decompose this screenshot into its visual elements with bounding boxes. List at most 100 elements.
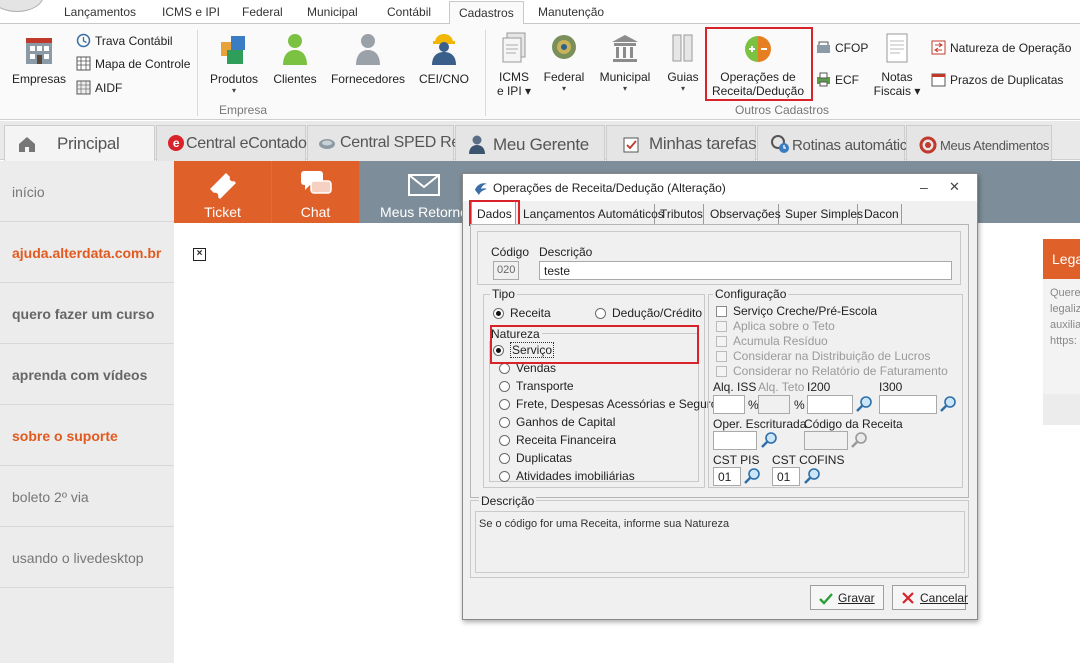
search-icon[interactable] <box>938 394 960 414</box>
produtos-button[interactable]: Produtos ▾ <box>206 32 262 96</box>
tab-central-sped-reinf[interactable]: Central SPED Reinf <box>307 125 476 161</box>
federal-emblem-icon <box>552 35 576 59</box>
search-icon[interactable] <box>742 466 764 486</box>
outros-cadastros-group-label: Outros Cadastros <box>735 103 830 117</box>
tab-dacon[interactable]: Dacon <box>860 204 902 224</box>
nav-quero-fazer-curso[interactable]: quero fazer um curso <box>0 283 174 344</box>
nav-boleto[interactable]: boleto 2º via <box>0 466 174 527</box>
search-icon[interactable] <box>854 394 876 414</box>
broken-image-icon: × <box>193 248 206 261</box>
tab-meus-atendimentos[interactable]: Meus Atendimentos <box>906 125 1052 161</box>
table-icon <box>76 56 91 71</box>
tab-icms-ipi[interactable]: ICMS e IPI <box>162 5 220 24</box>
radio-deducao-credito[interactable]: Dedução/Crédito <box>595 306 702 320</box>
ecf-button[interactable]: ECF <box>816 72 859 87</box>
close-button[interactable]: ✕ <box>949 179 960 195</box>
radio-receita[interactable]: Receita <box>493 306 551 320</box>
support-ring-icon <box>919 136 937 154</box>
tab-municipal[interactable]: Municipal <box>307 5 358 24</box>
city-hall-icon <box>612 35 638 62</box>
radio-duplicatas[interactable]: Duplicatas <box>499 451 572 465</box>
search-icon[interactable] <box>802 466 824 486</box>
radio-frete[interactable]: Frete, Despesas Acessórias e Seguro <box>499 397 717 411</box>
cfop-button[interactable]: CFOP <box>816 40 868 55</box>
cst-cofins-field[interactable]: 01 <box>772 467 800 486</box>
tab-principal[interactable]: Principal <box>4 125 155 162</box>
prazos-duplicatas-label: Prazos de Duplicatas <box>950 73 1064 87</box>
app-menu-button[interactable] <box>0 0 44 12</box>
fornecedores-button[interactable]: Fornecedores <box>330 32 406 86</box>
i300-field[interactable] <box>879 395 937 414</box>
oper-escriturada-field[interactable] <box>713 431 757 450</box>
grid-icon <box>76 80 91 95</box>
history-icon <box>76 33 91 48</box>
tab-minhas-tarefas[interactable]: Minhas tarefas <box>606 125 757 161</box>
prazos-duplicatas-button[interactable]: Prazos de Duplicatas <box>931 72 1063 87</box>
trava-contabil-label: Trava Contábil <box>95 34 173 48</box>
mapa-controle-button[interactable]: Mapa de Controle <box>76 56 190 71</box>
clientes-button[interactable]: Clientes <box>272 32 318 86</box>
cst-pis-field[interactable]: 01 <box>713 467 741 486</box>
search-icon[interactable] <box>759 430 781 450</box>
fornecedores-label: Fornecedores <box>330 72 406 86</box>
radio-atividades-imobiliarias[interactable]: Atividades imobiliárias <box>499 469 635 483</box>
descricao-hint-label: Descrição <box>479 494 537 508</box>
tipo-label: Tipo <box>490 287 517 301</box>
nav-inicio[interactable]: início <box>0 161 174 222</box>
nav-usando-livedesktop[interactable]: usando o livedesktop <box>0 527 174 588</box>
empresa-group-label: Empresa <box>219 103 268 117</box>
radio-transporte[interactable]: Transporte <box>499 379 574 393</box>
chk-servico-creche[interactable]: Serviço Creche/Pré-Escola <box>716 304 877 318</box>
aidf-label: AIDF <box>95 81 123 95</box>
tab-lancamentos[interactable]: Lançamentos <box>64 5 136 24</box>
chat-button[interactable]: Chat <box>272 161 359 223</box>
tab-super-simples[interactable]: Super Simples <box>781 204 863 224</box>
nav-ajuda-link[interactable]: ajuda.alterdata.com.br <box>0 222 174 283</box>
nav-aprenda-videos[interactable]: aprenda com vídeos <box>0 344 174 405</box>
checkbox-icon <box>716 336 727 347</box>
ribbon-tab-bar: Lançamentos ICMS e IPI Federal Municipal… <box>0 0 1080 25</box>
icms-ipi-button[interactable]: ICMS e IPI ▾ <box>492 32 536 98</box>
minimize-button[interactable]: – <box>920 179 928 195</box>
radio-ganhos-capital[interactable]: Ganhos de Capital <box>499 415 615 429</box>
nav-sobre-suporte[interactable]: sobre o suporte <box>0 405 174 466</box>
radio-receita-financeira[interactable]: Receita Financeira <box>499 433 616 447</box>
empresas-button[interactable]: Empresas <box>12 34 66 86</box>
clientes-label: Clientes <box>273 72 317 86</box>
aliq-teto-label: Alq. Teto <box>758 380 805 394</box>
descricao-field[interactable]: teste <box>539 261 952 280</box>
aliq-iss-label: Alq. ISS <box>713 380 757 394</box>
cst-cofins-label: CST COFINS <box>772 453 845 467</box>
tab-meu-gerente[interactable]: Meu Gerente <box>455 125 605 161</box>
i200-field[interactable] <box>807 395 853 414</box>
radio-empty-icon <box>499 381 510 392</box>
tab-contabil[interactable]: Contábil <box>387 5 431 24</box>
tab-lancamentos-automaticos[interactable]: Lançamentos Automáticos <box>519 204 664 224</box>
natureza-operacao-button[interactable]: Natureza de Operação <box>931 40 1071 55</box>
ticket-button[interactable]: Ticket <box>174 161 271 223</box>
municipal-button[interactable]: Municipal ▾ <box>596 32 654 94</box>
federal-button[interactable]: Federal ▾ <box>540 32 588 94</box>
gravar-button[interactable]: Gravar <box>810 585 884 610</box>
tab-tributos[interactable]: Tributos <box>656 204 704 224</box>
codigo-field[interactable]: 020 <box>493 261 519 280</box>
tab-federal[interactable]: Federal <box>242 5 283 24</box>
tab-manutencao[interactable]: Manutenção <box>538 5 604 24</box>
checkbox-task-icon <box>623 137 639 153</box>
notas-fiscais-button[interactable]: Notas Fiscais ▾ <box>872 32 922 98</box>
tab-observacoes[interactable]: Observações <box>706 204 781 224</box>
checkbox-icon <box>716 351 727 362</box>
group-separator <box>485 30 486 116</box>
trava-contabil-button[interactable]: Trava Contábil <box>76 33 173 48</box>
aliq-iss-field[interactable] <box>713 395 745 414</box>
tab-cadastros[interactable]: Cadastros <box>449 1 524 25</box>
worker-icon <box>432 34 456 65</box>
cancelar-button[interactable]: Cancelar <box>892 585 968 610</box>
tab-central-econtador[interactable]: e Central eContador <box>156 125 312 161</box>
tab-rotinas-automaticas[interactable]: Rotinas automáticas <box>757 125 923 161</box>
cei-cno-button[interactable]: CEI/CNO <box>416 32 472 86</box>
aidf-button[interactable]: AIDF <box>76 80 122 95</box>
federal-label: Federal <box>543 70 585 84</box>
svg-text:e: e <box>173 136 180 150</box>
guias-button[interactable]: Guias ▾ <box>664 32 702 94</box>
